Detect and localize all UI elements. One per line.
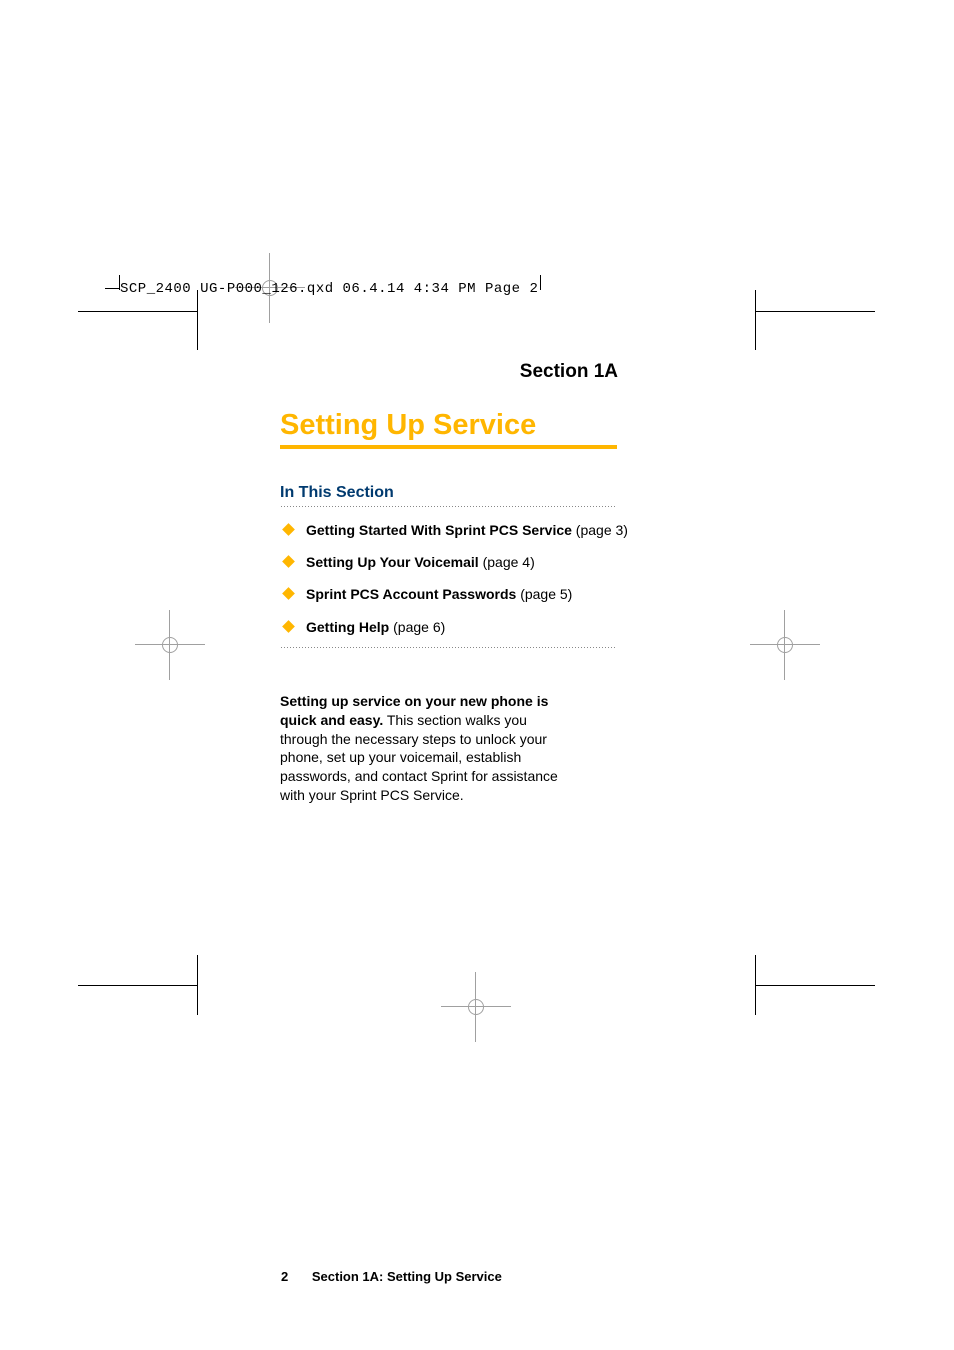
footer-text: Section 1A: Setting Up Service — [312, 1269, 502, 1284]
toc-item: Getting Started With Sprint PCS Service … — [280, 521, 755, 539]
toc-list: Getting Started With Sprint PCS Service … — [280, 521, 755, 636]
toc-item: Sprint PCS Account Passwords (page 5) — [280, 585, 755, 603]
diamond-bullet-icon — [282, 588, 295, 601]
toc-item-label: Getting Help — [306, 619, 389, 635]
crop-mark — [78, 311, 198, 312]
page-content: Section 1A Setting Up Service In This Se… — [195, 315, 755, 805]
crop-mark — [540, 275, 541, 290]
diamond-bullet-icon — [282, 523, 295, 536]
toc-item: Getting Help (page 6) — [280, 618, 755, 636]
in-this-section-heading: In This Section — [280, 484, 755, 502]
crop-mark — [105, 288, 120, 289]
crop-mark — [755, 955, 756, 1015]
toc-item-label: Sprint PCS Account Passwords — [306, 586, 516, 602]
diamond-bullet-icon — [282, 620, 295, 633]
toc-item-ref: (page 3) — [572, 522, 628, 538]
print-header-line: SCP_2400 UG-P000_126.qxd 06.4.14 4:34 PM… — [120, 281, 538, 297]
page-footer: 2 Section 1A: Setting Up Service — [281, 1269, 502, 1284]
crop-mark — [78, 985, 198, 986]
page-title: Setting Up Service — [280, 409, 755, 442]
page-number: 2 — [281, 1269, 288, 1284]
registration-mark — [155, 630, 185, 660]
toc-item-ref: (page 5) — [516, 586, 572, 602]
dotted-rule-top — [280, 505, 617, 507]
title-rule — [280, 445, 617, 449]
crop-mark — [755, 290, 756, 350]
toc-item-ref: (page 6) — [389, 619, 445, 635]
crop-mark — [755, 311, 875, 312]
diamond-bullet-icon — [282, 555, 295, 568]
registration-mark — [770, 630, 800, 660]
section-label: Section 1A — [195, 361, 755, 383]
dotted-rule-bottom — [280, 646, 617, 648]
body-paragraph: Setting up service on your new phone is … — [280, 692, 575, 805]
toc-item-ref: (page 4) — [479, 554, 535, 570]
crop-mark — [197, 955, 198, 1015]
registration-mark — [461, 992, 491, 1022]
toc-item-label: Getting Started With Sprint PCS Service — [306, 522, 572, 538]
toc-item: Setting Up Your Voicemail (page 4) — [280, 553, 755, 571]
crop-mark — [755, 985, 875, 986]
toc-item-label: Setting Up Your Voicemail — [306, 554, 479, 570]
